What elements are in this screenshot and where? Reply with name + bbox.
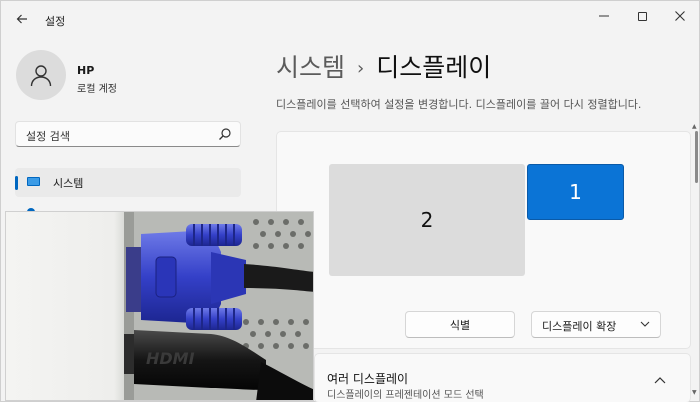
breadcrumb-parent[interactable]: 시스템	[276, 53, 345, 82]
scroll-up-arrow[interactable]: ▲	[692, 123, 697, 130]
section-subtitle: 디스플레이의 프레젠테이션 모드 선택	[327, 390, 484, 401]
maximize-icon	[637, 11, 647, 21]
page-title: 디스플레이	[376, 53, 492, 82]
multiple-displays-section[interactable]: 여러 디스플레이 디스플레이의 프레젠테이션 모드 선택	[314, 353, 691, 402]
app-title: 설정	[45, 15, 66, 28]
close-button[interactable]	[665, 5, 695, 27]
cable-photo: HDMI	[5, 211, 314, 401]
selection-indicator	[15, 176, 18, 190]
identify-button[interactable]: 식별	[405, 311, 515, 338]
search-placeholder: 설정 검색	[26, 130, 70, 143]
scrollbar-thumb[interactable]	[695, 131, 698, 183]
page-description: 디스플레이를 선택하여 설정을 변경합니다. 디스플레이를 끌어 다시 정렬합니…	[276, 98, 642, 111]
display-icon	[27, 177, 40, 186]
breadcrumb: 시스템 › 디스플레이	[276, 48, 491, 84]
user-icon	[30, 65, 52, 87]
vga-hdmi-cable-image: HDMI	[6, 212, 313, 400]
monitor-number: 1	[569, 180, 582, 204]
search-input[interactable]: 설정 검색	[15, 121, 241, 147]
monitor-1[interactable]: 1	[527, 164, 624, 220]
avatar[interactable]	[16, 50, 66, 100]
chevron-down-icon	[640, 321, 650, 327]
monitor-number: 2	[420, 208, 434, 232]
breadcrumb-separator: ›	[357, 58, 365, 79]
title-bar: 설정	[1, 1, 700, 35]
section-title: 여러 디스플레이	[327, 372, 409, 386]
svg-text:HDMI: HDMI	[146, 349, 195, 368]
search-icon[interactable]	[218, 127, 232, 141]
settings-window: 설정 HP 로컬 계정 설정 검색 시스템 시스템 › 디스플레이 디스플레이를…	[0, 0, 700, 402]
display-mode-select[interactable]: 디스플레이 확장	[531, 311, 661, 338]
back-arrow-icon	[16, 14, 27, 24]
minimize-button[interactable]	[589, 5, 619, 27]
user-name: HP	[77, 64, 95, 77]
minimize-icon	[599, 15, 609, 17]
sidebar-item-system[interactable]: 시스템	[15, 168, 241, 197]
back-button[interactable]	[11, 9, 33, 29]
scroll-down-arrow[interactable]: ▼	[692, 389, 697, 396]
chevron-up-icon[interactable]	[654, 376, 666, 384]
maximize-button[interactable]	[627, 5, 657, 27]
monitor-2[interactable]: 2	[329, 164, 525, 276]
account-type: 로컬 계정	[77, 84, 117, 95]
close-icon	[675, 11, 685, 21]
display-mode-value: 디스플레이 확장	[542, 320, 617, 333]
sidebar-item-label: 시스템	[53, 177, 84, 190]
